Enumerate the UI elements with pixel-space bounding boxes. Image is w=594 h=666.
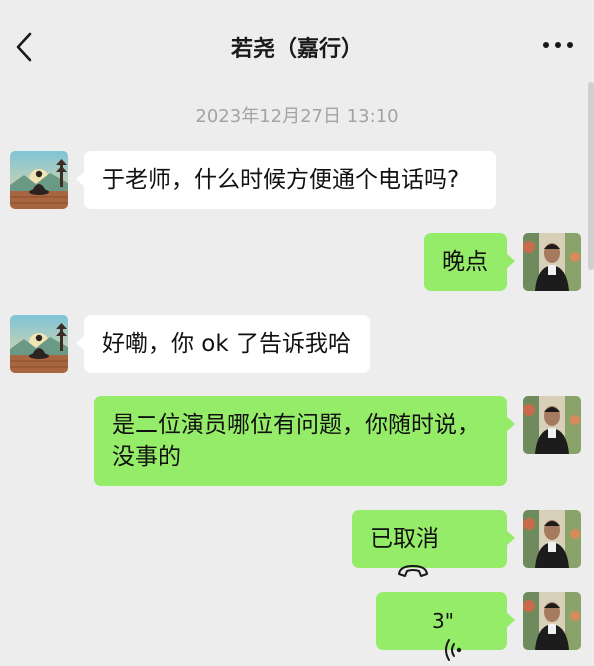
- message-bubble[interactable]: 晚点: [424, 233, 515, 291]
- voice-message-bubble[interactable]: 3": [376, 592, 515, 661]
- message-bubble[interactable]: 于老师，什么时候方便通个电话吗?: [76, 151, 496, 209]
- voice-wave-icon: [444, 638, 462, 666]
- phone-hangup-icon: [396, 556, 430, 588]
- person-avatar-image: [523, 233, 581, 291]
- contact-avatar[interactable]: [10, 151, 68, 209]
- self-avatar[interactable]: [523, 510, 581, 568]
- chat-header: 若尧（嘉行）: [0, 0, 594, 92]
- message-bubble[interactable]: 是二位演员哪位有问题，你随时说， 没事的: [94, 396, 515, 486]
- message-text-line: 没事的: [112, 444, 181, 470]
- self-avatar[interactable]: [523, 592, 581, 650]
- more-dots-icon: [543, 42, 573, 48]
- message-text-line: 是二位演员哪位有问题，你随时说，: [112, 412, 480, 438]
- message-bubble[interactable]: 好嘞，你 ok 了告诉我哈: [76, 315, 370, 373]
- message-text: 好嘞，你 ok 了告诉我哈: [102, 331, 352, 357]
- contact-avatar[interactable]: [10, 315, 68, 373]
- call-status-text: 已取消: [370, 526, 439, 552]
- self-avatar[interactable]: [523, 233, 581, 291]
- meditation-avatar-image: [10, 151, 68, 209]
- person-avatar-image: [523, 592, 581, 650]
- person-avatar-image: [523, 396, 581, 454]
- call-message-bubble[interactable]: 已取消: [352, 510, 515, 577]
- message-text: 晚点: [442, 249, 488, 275]
- message-text: 于老师，什么时候方便通个电话吗?: [102, 167, 460, 193]
- chat-title: 若尧（嘉行）: [230, 37, 363, 62]
- more-button[interactable]: [540, 30, 576, 60]
- meditation-avatar-image: [10, 315, 68, 373]
- self-avatar[interactable]: [523, 396, 581, 454]
- person-avatar-image: [523, 510, 581, 568]
- message-timestamp: 2023年12月27日 13:10: [195, 106, 399, 127]
- voice-duration: 3": [432, 609, 454, 633]
